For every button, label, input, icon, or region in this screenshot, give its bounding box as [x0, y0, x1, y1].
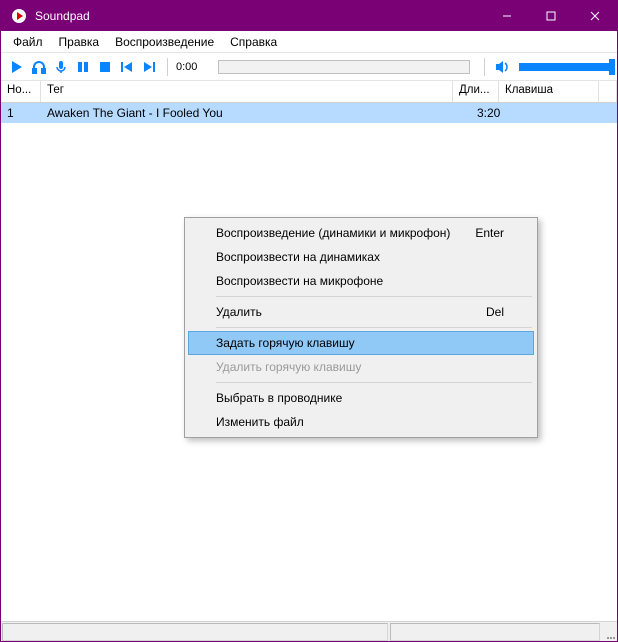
- col-tag[interactable]: Тег: [41, 81, 453, 102]
- menu-item-label: Изменить файл: [216, 415, 304, 429]
- menu-item-label: Удалить горячую клавишу: [216, 360, 361, 374]
- col-spacer: [599, 81, 617, 102]
- volume-thumb[interactable]: [609, 59, 615, 75]
- status-pane: [2, 623, 388, 641]
- table-row[interactable]: 1 Awaken The Giant - I Fooled You 3:20: [1, 103, 617, 123]
- seek-bar[interactable]: [218, 60, 470, 74]
- menu-item-label: Задать горячую клавишу: [216, 336, 355, 350]
- menu-play-microphone[interactable]: Воспроизвести на микрофоне: [188, 269, 534, 293]
- menu-remove-hotkey: Удалить горячую клавишу: [188, 355, 534, 379]
- table-body: 1 Awaken The Giant - I Fooled You 3:20 В…: [1, 103, 617, 621]
- menu-reveal-explorer[interactable]: Выбрать в проводнике: [188, 386, 534, 410]
- menu-item-shortcut: Del: [486, 305, 504, 319]
- menu-play-both[interactable]: Воспроизведение (динамики и микрофон) En…: [188, 221, 534, 245]
- menubar: Файл Правка Воспроизведение Справка: [1, 31, 617, 53]
- cell-duration: 3:20: [471, 106, 517, 120]
- app-icon: [9, 6, 29, 26]
- statusbar: [1, 621, 617, 641]
- window-title: Soundpad: [35, 9, 485, 23]
- titlebar[interactable]: Soundpad: [1, 1, 617, 31]
- col-duration[interactable]: Дли...: [453, 81, 499, 102]
- menu-item-label: Воспроизвести на микрофоне: [216, 274, 383, 288]
- headphones-icon[interactable]: [29, 57, 49, 77]
- menu-edit-file[interactable]: Изменить файл: [188, 410, 534, 434]
- table-header: Но... Тег Дли... Клавиша: [1, 81, 617, 103]
- minimize-button[interactable]: [485, 1, 529, 31]
- toolbar: 0:00: [1, 53, 617, 81]
- menu-delete[interactable]: Удалить Del: [188, 300, 534, 324]
- skip-back-icon[interactable]: [117, 57, 137, 77]
- cell-number: 1: [1, 106, 41, 120]
- menu-play-speakers[interactable]: Воспроизвести на динамиках: [188, 245, 534, 269]
- col-hotkey[interactable]: Клавиша: [499, 81, 599, 102]
- time-display: 0:00: [176, 61, 210, 73]
- menu-separator: [216, 382, 532, 383]
- skip-forward-icon[interactable]: [139, 57, 159, 77]
- resize-grip-icon[interactable]: [601, 622, 617, 641]
- close-button[interactable]: [573, 1, 617, 31]
- menu-item-shortcut: Enter: [475, 226, 504, 240]
- status-pane: [390, 623, 600, 641]
- volume-icon[interactable]: [493, 57, 513, 77]
- microphone-icon[interactable]: [51, 57, 71, 77]
- menu-separator: [216, 296, 532, 297]
- maximize-button[interactable]: [529, 1, 573, 31]
- menu-item-label: Выбрать в проводнике: [216, 391, 342, 405]
- toolbar-separator: [167, 58, 168, 76]
- col-number[interactable]: Но...: [1, 81, 41, 102]
- cell-tag: Awaken The Giant - I Fooled You: [41, 106, 471, 120]
- menu-item-label: Воспроизвести на динамиках: [216, 250, 380, 264]
- menu-set-hotkey[interactable]: Задать горячую клавишу: [188, 331, 534, 355]
- stop-icon[interactable]: [95, 57, 115, 77]
- menu-file[interactable]: Файл: [5, 33, 51, 51]
- play-icon[interactable]: [7, 57, 27, 77]
- menu-item-label: Удалить: [216, 305, 262, 319]
- toolbar-separator: [484, 58, 485, 76]
- menu-help[interactable]: Справка: [222, 33, 285, 51]
- menu-playback[interactable]: Воспроизведение: [107, 33, 222, 51]
- menu-separator: [216, 327, 532, 328]
- menu-edit[interactable]: Правка: [51, 33, 108, 51]
- app-window: Soundpad Файл Правка Воспроизведение Спр…: [0, 0, 618, 642]
- menu-item-label: Воспроизведение (динамики и микрофон): [216, 226, 450, 240]
- pause-icon[interactable]: [73, 57, 93, 77]
- context-menu: Воспроизведение (динамики и микрофон) En…: [184, 217, 538, 438]
- volume-slider[interactable]: [519, 63, 611, 71]
